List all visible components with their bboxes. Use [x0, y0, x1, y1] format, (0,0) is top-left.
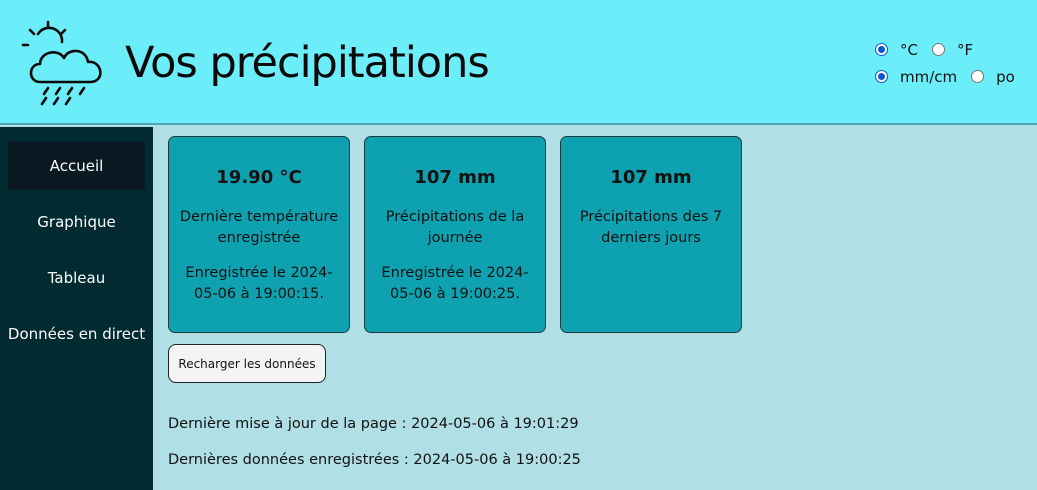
celsius-radio[interactable]: [875, 43, 888, 56]
card-value: 107 mm: [610, 167, 692, 188]
card-date: Enregistrée le 2024-05-06 à 19:00:15.: [185, 265, 333, 302]
temperature-card: 19.90 °C Dernière température enregistré…: [168, 136, 350, 333]
precipitation-unit-row: mm/cm po: [875, 63, 1015, 90]
inches-radio[interactable]: [971, 70, 985, 83]
inches-label: po: [996, 67, 1015, 86]
card-date: Enregistrée le 2024-05-06 à 19:00:25.: [381, 265, 529, 302]
page-title: Vos précipitations: [125, 38, 490, 88]
card-value: 107 mm: [414, 167, 496, 188]
sidebar-item-donnees-en-direct[interactable]: Données en direct: [8, 310, 145, 358]
reload-data-button[interactable]: Recharger les données: [168, 344, 326, 383]
card-label: Précipitations de la journée: [385, 209, 525, 246]
celsius-label: °C: [900, 40, 918, 59]
card-label: Précipitations des 7 derniers jours: [579, 209, 723, 246]
card-label: Dernière température enregistrée: [179, 209, 339, 246]
sidebar-item-graphique[interactable]: Graphique: [8, 198, 145, 246]
header: Vos précipitations °C °F mm/cm po: [0, 0, 1037, 125]
mm-cm-radio[interactable]: [875, 70, 888, 83]
fahrenheit-label: °F: [956, 40, 974, 59]
mm-cm-label: mm/cm: [900, 67, 958, 86]
sidebar-item-tableau[interactable]: Tableau: [8, 254, 145, 302]
temperature-unit-row: °C °F: [875, 36, 1015, 63]
weekly-precipitation-card: 107 mm Précipitations des 7 derniers jou…: [560, 136, 742, 333]
last-page-update-text: Dernière mise à jour de la page : 2024-0…: [168, 416, 579, 432]
card-value: 19.90 °C: [216, 167, 302, 188]
unit-selector: °C °F mm/cm po: [875, 36, 1015, 90]
weather-sun-cloud-rain-icon: [21, 20, 102, 106]
sidebar-item-accueil[interactable]: Accueil: [8, 142, 145, 190]
sidebar: Accueil Graphique Tableau Données en dir…: [0, 127, 153, 490]
fahrenheit-radio[interactable]: [931, 43, 945, 56]
daily-precipitation-card: 107 mm Précipitations de la journée Enre…: [364, 136, 546, 333]
last-data-recorded-text: Dernières données enregistrées : 2024-05…: [168, 452, 581, 468]
